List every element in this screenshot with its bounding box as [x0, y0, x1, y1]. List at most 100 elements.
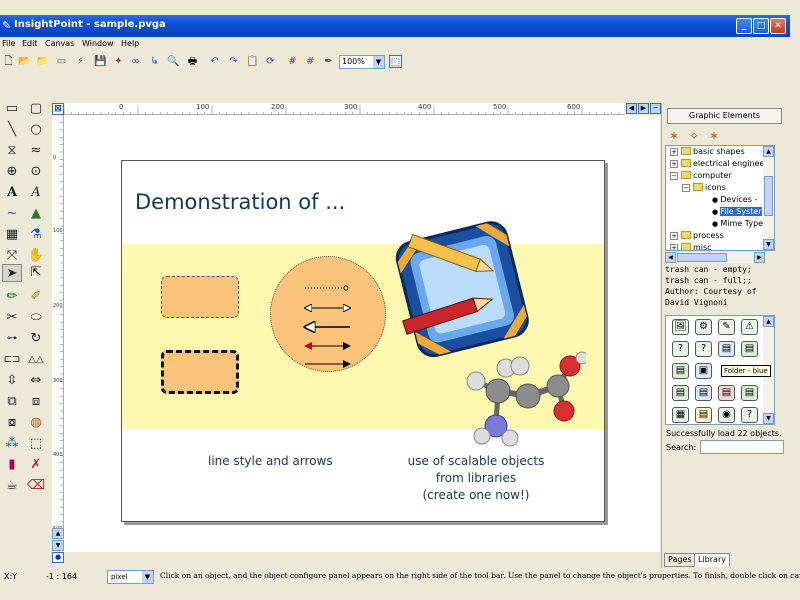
tree-item-basic-shapes[interactable]: + basic shapes [670, 147, 745, 156]
library-item-icon[interactable]: 🖼 [672, 319, 689, 335]
collapse-icon[interactable]: − [682, 184, 690, 192]
expand-icon[interactable]: + [670, 148, 678, 156]
open-folder-icon[interactable]: 📂 [18, 55, 31, 68]
scroll-up-icon[interactable]: ▲ [763, 146, 774, 157]
library-add-icon[interactable]: ✧ [689, 129, 699, 143]
copy-format-icon[interactable]: ⧉ [2, 393, 22, 411]
pencil-icon[interactable]: ✏ [2, 288, 22, 306]
next-page-icon[interactable]: ▶ [638, 103, 649, 114]
pen-icon[interactable]: ✒ [322, 55, 335, 68]
caption-scalable-2[interactable]: from libraries [406, 471, 546, 485]
tree-item-computer[interactable]: − computer [670, 171, 732, 180]
thick-dashed-rectangle[interactable] [161, 350, 239, 394]
caption-scalable-1[interactable]: use of scalable objects [406, 454, 546, 468]
drawing-canvas[interactable]: Demonstration of ... line style and arro… [64, 115, 660, 552]
tablet-pencil-graphic[interactable] [390, 213, 536, 363]
library-item-icon[interactable]: ▤ [741, 385, 758, 401]
scroll-down-icon[interactable]: ▼ [52, 540, 64, 551]
library-item-icon[interactable]: ▤ [718, 341, 735, 357]
chevron-down-icon[interactable]: ▼ [142, 571, 153, 583]
collapse-icon[interactable]: − [670, 172, 678, 180]
snap-grid-icon[interactable]: # [304, 55, 317, 68]
library-item-icon[interactable]: ⚠ [741, 319, 758, 335]
maximize-button[interactable]: □ [753, 18, 769, 34]
prev-page-icon[interactable]: ◀ [626, 103, 637, 114]
properties-icon[interactable]: ✦ [112, 55, 125, 68]
expand-icon[interactable]: + [670, 160, 678, 168]
library-item-icon[interactable]: ? [672, 341, 689, 357]
tree-item-electrical[interactable]: + electrical engineeri [670, 159, 770, 168]
library-item-icon[interactable]: ✎ [718, 319, 735, 335]
cup-icon[interactable]: ☕ [2, 477, 22, 495]
save-icon[interactable]: 💾 [94, 55, 107, 68]
dashed-rectangle[interactable] [161, 276, 239, 318]
rotate-cw-icon[interactable]: ↻ [26, 330, 46, 348]
chevron-down-icon[interactable]: ▼ [373, 56, 384, 68]
text-outline-icon[interactable]: A [26, 184, 46, 202]
library-star-icon[interactable]: ✶ [669, 129, 679, 143]
redo-icon[interactable]: ↷ [227, 55, 240, 68]
cross-tool-icon[interactable]: ✗ [26, 456, 46, 474]
node-connect-icon[interactable]: ⊶ [2, 330, 22, 348]
unit-select[interactable]: pixel ▼ [107, 570, 154, 584]
grid-icon[interactable]: # [286, 55, 299, 68]
target-icon[interactable]: ⊙ [26, 163, 46, 181]
crosshair-circle-icon[interactable]: ⊕ [2, 163, 22, 181]
nodes-icon[interactable]: ⁂ [2, 435, 22, 453]
line-tool-icon[interactable]: ╲ [2, 121, 22, 139]
tree-item-mime-types[interactable]: ● Mime Type [712, 219, 763, 228]
freehand-icon[interactable]: ~ [2, 205, 22, 223]
vertical-scrollbar[interactable]: ▲ ▼ ● [52, 528, 64, 564]
rotate-tool-icon[interactable]: ⤧ [2, 247, 22, 265]
scroll-thumb[interactable] [764, 176, 773, 216]
scroll-down-icon[interactable]: ▼ [763, 413, 774, 424]
library-item-icon[interactable]: ▤ [718, 385, 735, 401]
chart-tool-icon[interactable]: ⚗ [26, 226, 46, 244]
select-outline-icon[interactable]: ⇱ [26, 264, 46, 282]
curve-tool-icon[interactable]: ≈ [26, 142, 46, 160]
paste-icon[interactable]: 📋 [246, 55, 259, 68]
library-item-icon[interactable]: ▤ [695, 407, 712, 423]
tree-item-file-system[interactable]: ● File Syster [712, 207, 762, 216]
close-button[interactable]: ✕ [770, 18, 786, 34]
tab-pages[interactable]: Pages [664, 553, 696, 567]
scroll-up-icon[interactable]: ▲ [763, 316, 774, 327]
fit-page-icon[interactable]: ⬚ [389, 55, 402, 68]
caption-line-style[interactable]: line style and arrows [208, 454, 333, 468]
arrow-samples[interactable] [270, 256, 386, 372]
library-item-icon[interactable]: ⚙ [695, 319, 712, 335]
scroll-thumb[interactable] [677, 253, 727, 262]
scroll-center-icon[interactable]: ● [52, 552, 64, 563]
folder-blue-icon[interactable]: ▣ [695, 363, 712, 379]
minimize-button[interactable]: _ [736, 18, 752, 34]
align-horizontal-icon[interactable]: ⇔ [26, 372, 46, 390]
library-item-icon[interactable]: ▦ [672, 407, 689, 423]
tree-vscroll[interactable]: ▲ ▼ [763, 146, 774, 250]
scroll-right-icon[interactable]: ▶ [754, 252, 765, 263]
tree-item-misc[interactable]: + misc [670, 243, 712, 250]
triangle-shapes-icon[interactable]: △△ [26, 351, 46, 369]
undo-icon[interactable]: ↶ [208, 55, 221, 68]
tree-item-devices[interactable]: ● Devices - [712, 195, 757, 204]
scroll-up-icon[interactable]: ▲ [52, 528, 64, 539]
library-item-icon[interactable]: ? [695, 341, 712, 357]
library-item-icon[interactable]: ▤ [672, 385, 689, 401]
library-item-icon[interactable]: ▤ [695, 385, 712, 401]
caption-scalable-3[interactable]: (create one now!) [406, 488, 546, 502]
shape-edit-icon[interactable]: ⬭ [26, 309, 46, 327]
dotted-select-icon[interactable]: ⬚ [26, 435, 46, 453]
bowtie-tool-icon[interactable]: ⧖ [2, 142, 22, 160]
color-ball-icon[interactable]: ◍ [26, 414, 46, 432]
search-input[interactable] [700, 440, 784, 454]
library-remove-icon[interactable]: ✶ [709, 129, 719, 143]
ellipse-tool-icon[interactable]: ○ [26, 121, 46, 139]
zoom-select[interactable]: 100% ▼ [339, 55, 385, 69]
print-preview-icon[interactable]: 🔍 [167, 55, 180, 68]
menu-window[interactable]: Window [82, 39, 114, 48]
menu-file[interactable]: File [2, 39, 15, 48]
eraser-icon[interactable]: ⌫ [26, 477, 46, 495]
table-tool-icon[interactable]: ▦ [2, 226, 22, 244]
print-icon[interactable]: 🖶 [186, 55, 199, 68]
library-item-icon[interactable]: ◉ [718, 407, 735, 423]
layer-icon[interactable]: ⧈ [26, 393, 46, 411]
